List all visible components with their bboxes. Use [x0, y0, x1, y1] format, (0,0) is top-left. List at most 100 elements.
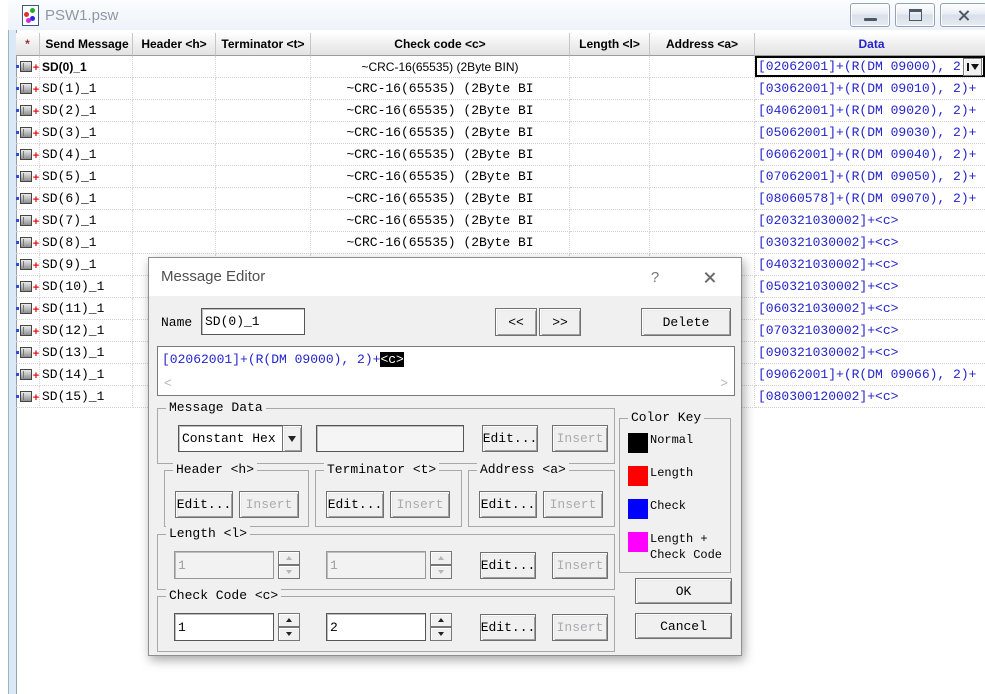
header-cell[interactable] [133, 78, 216, 100]
send-message-name[interactable]: SD(8)_1 [40, 232, 133, 254]
address-cell[interactable] [650, 78, 755, 100]
data-dropdown-button[interactable] [963, 58, 982, 76]
message-selected-token[interactable]: <c> [380, 352, 403, 367]
spin-up-icon[interactable] [430, 613, 452, 627]
terminator-cell[interactable] [216, 100, 311, 122]
send-message-name[interactable]: SD(9)_1 [40, 254, 133, 276]
send-message-name[interactable]: SD(5)_1 [40, 166, 133, 188]
header-cell[interactable] [133, 100, 216, 122]
terminator-cell[interactable] [216, 188, 311, 210]
header-cell[interactable] [133, 122, 216, 144]
header-cell[interactable] [133, 188, 216, 210]
spin-down-icon[interactable] [278, 627, 300, 641]
restore-button[interactable] [895, 3, 935, 27]
header-cell[interactable] [133, 166, 216, 188]
length-cell[interactable] [570, 188, 650, 210]
check-code-field-2[interactable]: 2 [326, 613, 426, 641]
scroll-right-icon[interactable]: > [720, 377, 728, 393]
data-cell[interactable]: [05062001]+(R(DM 09030), 2)+ [755, 122, 985, 144]
address-cell[interactable] [650, 232, 755, 254]
table-row[interactable]: SD(8)_1~CRC-16(65535) (2Byte BI[03032103… [16, 232, 985, 254]
send-message-name[interactable]: SD(12)_1 [40, 320, 133, 342]
next-message-button[interactable]: >> [539, 308, 581, 336]
send-message-name[interactable]: SD(4)_1 [40, 144, 133, 166]
message-data-edit-button[interactable]: Edit... [482, 425, 538, 452]
check-code-cell[interactable]: ~CRC-16(65535) (2Byte BI [311, 78, 570, 100]
address-cell[interactable] [650, 56, 755, 78]
length-edit-button[interactable]: Edit... [480, 552, 536, 579]
send-message-cell-icon[interactable] [16, 320, 40, 342]
data-cell[interactable]: [040321030002]+<c> [755, 254, 985, 276]
header-cell[interactable] [133, 210, 216, 232]
send-message-cell-icon[interactable] [16, 78, 40, 100]
name-input[interactable]: SD(0)_1 [201, 308, 305, 335]
address-cell[interactable] [650, 144, 755, 166]
data-type-value[interactable]: Constant Hex [178, 425, 283, 452]
send-message-cell-icon[interactable] [16, 166, 40, 188]
data-type-combobox[interactable]: Constant Hex [178, 425, 302, 452]
previous-message-button[interactable]: << [495, 308, 537, 336]
data-cell[interactable]: [06062001]+(R(DM 09040), 2)+ [755, 144, 985, 166]
minimize-button[interactable] [850, 3, 890, 27]
send-message-name[interactable]: SD(14)_1 [40, 364, 133, 386]
length-cell[interactable] [570, 144, 650, 166]
send-message-cell-icon[interactable] [16, 386, 40, 408]
check-code-spinner-1[interactable] [278, 613, 300, 641]
header-cell[interactable] [133, 144, 216, 166]
data-cell[interactable]: [09062001]+(R(DM 09066), 2)+ [755, 364, 985, 386]
send-message-cell-icon[interactable] [16, 56, 40, 78]
data-cell[interactable]: [070321030002]+<c> [755, 320, 985, 342]
data-cell[interactable]: [090321030002]+<c> [755, 342, 985, 364]
address-cell[interactable] [650, 188, 755, 210]
address-edit-button[interactable]: Edit... [479, 491, 537, 518]
send-message-name[interactable]: SD(11)_1 [40, 298, 133, 320]
length-cell[interactable] [570, 122, 650, 144]
data-cell[interactable]: [020321030002]+<c> [755, 210, 985, 232]
data-cell[interactable]: [060321030002]+<c> [755, 298, 985, 320]
data-cell[interactable]: [04062001]+(R(DM 09020), 2)+ [755, 100, 985, 122]
check-code-cell[interactable]: ~CRC-16(65535) (2Byte BI [311, 122, 570, 144]
send-message-cell-icon[interactable] [16, 122, 40, 144]
check-code-spinner-2[interactable] [430, 613, 452, 641]
header-cell[interactable] [133, 56, 216, 78]
header-edit-button[interactable]: Edit... [175, 491, 233, 518]
length-cell[interactable] [570, 166, 650, 188]
data-cell[interactable]: [07062001]+(R(DM 09050), 2)+ [755, 166, 985, 188]
table-row[interactable]: SD(5)_1~CRC-16(65535) (2Byte BI[07062001… [16, 166, 985, 188]
combo-dropdown-button[interactable] [282, 425, 302, 452]
table-row[interactable]: SD(6)_1~CRC-16(65535) (2Byte BI[08060578… [16, 188, 985, 210]
send-message-cell-icon[interactable] [16, 298, 40, 320]
send-message-name[interactable]: SD(13)_1 [40, 342, 133, 364]
data-cell[interactable]: [02062001]+(R(DM 09000), 2)+ [755, 56, 985, 78]
length-cell[interactable] [570, 210, 650, 232]
length-cell[interactable] [570, 56, 650, 78]
dialog-close-button[interactable] [687, 264, 731, 291]
close-button[interactable] [940, 3, 985, 27]
send-message-cell-icon[interactable] [16, 276, 40, 298]
length-cell[interactable] [570, 78, 650, 100]
send-message-name[interactable]: SD(2)_1 [40, 100, 133, 122]
message-data-input[interactable] [316, 425, 464, 452]
terminator-cell[interactable] [216, 232, 311, 254]
address-cell[interactable] [650, 166, 755, 188]
spin-up-icon[interactable] [278, 613, 300, 627]
table-row[interactable]: SD(7)_1 ~CRC-16(65535) (2Byte BI [02032103… [16, 210, 985, 232]
send-message-name[interactable]: SD(0)_1 [40, 56, 133, 78]
data-cell[interactable]: [08060578]+(R(DM 09070), 2)+ [755, 188, 985, 210]
send-message-name[interactable]: SD(15)_1 [40, 386, 133, 408]
check-code-cell[interactable]: ~CRC-16(65535) (2Byte BI [311, 210, 570, 232]
send-message-cell-icon[interactable] [16, 254, 40, 276]
table-row[interactable]: SD(1)_1~CRC-16(65535) (2Byte BI[03062001… [16, 78, 985, 100]
terminator-cell[interactable] [216, 56, 311, 78]
send-message-name[interactable]: SD(10)_1 [40, 276, 133, 298]
terminator-cell[interactable] [216, 166, 311, 188]
data-cell[interactable]: [080300120002]+<c> [755, 386, 985, 408]
check-code-field-1[interactable]: 1 [174, 613, 274, 641]
length-cell[interactable] [570, 232, 650, 254]
send-message-name[interactable]: SD(6)_1 [40, 188, 133, 210]
ok-button[interactable]: OK [635, 578, 732, 604]
table-row[interactable]: SD(2)_1~CRC-16(65535) (2Byte BI[04062001… [16, 100, 985, 122]
send-message-name[interactable]: SD(7)_1 [40, 210, 133, 232]
data-cell[interactable]: [030321030002]+<c> [755, 232, 985, 254]
message-scrollbar[interactable]: < > [158, 377, 734, 393]
